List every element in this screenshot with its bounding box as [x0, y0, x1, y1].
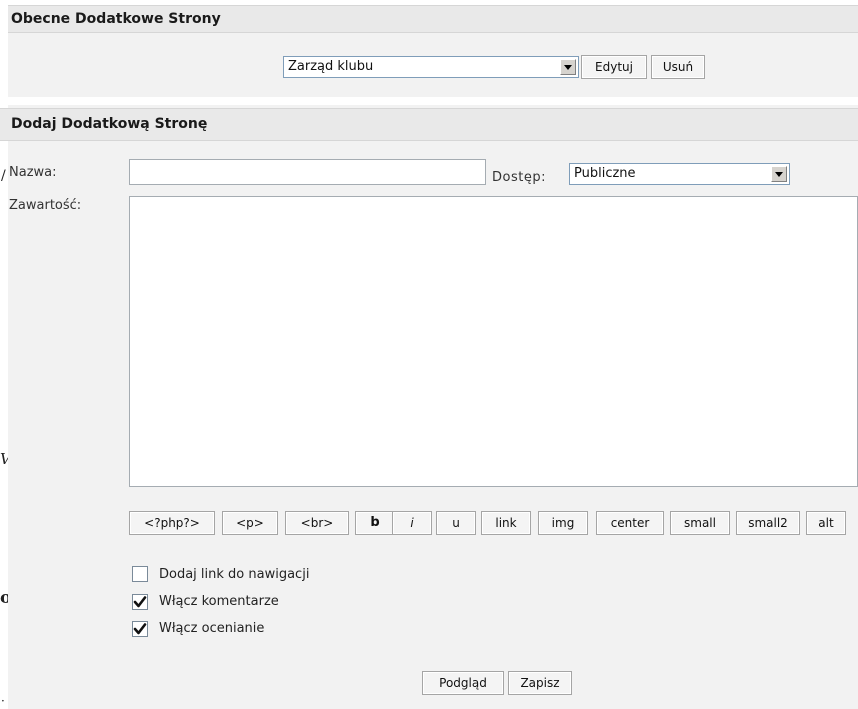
save-button[interactable]: Zapisz — [508, 671, 572, 695]
enable-rating-checkbox[interactable] — [132, 621, 148, 637]
add-page-panel: Dodaj Dodatkową Stronę Nazwa: Dostęp: Pu… — [0, 105, 858, 709]
access-select-value: Publiczne — [574, 166, 636, 181]
toolbar-small2-button[interactable]: small2 — [736, 511, 800, 535]
toolbar-center-button[interactable]: center — [596, 511, 664, 535]
toolbar-p-button[interactable]: <p> — [222, 511, 278, 535]
name-label: Nazwa: — [9, 165, 57, 180]
page-select-value: Zarząd klubu — [288, 59, 374, 74]
checkmark-icon — [133, 623, 147, 635]
edit-button[interactable]: Edytuj — [581, 55, 647, 79]
current-pages-panel: Obecne Dodatkowe Strony Zarząd klubu Edy… — [8, 5, 858, 97]
name-input[interactable] — [129, 159, 486, 185]
toolbar-bold-button[interactable]: b — [355, 511, 395, 535]
page-select[interactable]: Zarząd klubu — [283, 56, 579, 78]
edge-glyph-dot: · — [1, 694, 5, 708]
enable-comments-label: Włącz komentarze — [159, 594, 279, 609]
delete-button[interactable]: Usuń — [651, 55, 705, 79]
toolbar-underline-button[interactable]: u — [436, 511, 476, 535]
add-page-header: Dodaj Dodatkową Stronę — [0, 108, 858, 141]
add-nav-link-label: Dodaj link do nawigacji — [159, 567, 310, 582]
content-label: Zawartość: — [9, 198, 82, 213]
toolbar-img-button[interactable]: img — [538, 511, 588, 535]
access-select[interactable]: Publiczne — [569, 163, 790, 185]
preview-button[interactable]: Podgląd — [422, 671, 504, 695]
chevron-down-icon[interactable] — [771, 166, 787, 182]
content-textarea[interactable] — [129, 196, 858, 487]
toolbar-php-button[interactable]: <?php?> — [129, 511, 215, 535]
edge-glyph-slash: / — [1, 168, 6, 184]
toolbar-br-button[interactable]: <br> — [285, 511, 349, 535]
add-nav-link-checkbox[interactable] — [132, 566, 148, 582]
chevron-down-icon[interactable] — [560, 59, 576, 75]
access-label: Dostęp: — [492, 170, 546, 185]
enable-comments-checkbox[interactable] — [132, 594, 148, 610]
current-pages-header: Obecne Dodatkowe Strony — [8, 5, 858, 33]
toolbar-link-button[interactable]: link — [481, 511, 531, 535]
toolbar-small-button[interactable]: small — [670, 511, 730, 535]
toolbar-alt-button[interactable]: alt — [806, 511, 846, 535]
checkmark-icon — [133, 596, 147, 608]
enable-rating-label: Włącz ocenianie — [159, 621, 265, 636]
toolbar-italic-button[interactable]: i — [392, 511, 432, 535]
